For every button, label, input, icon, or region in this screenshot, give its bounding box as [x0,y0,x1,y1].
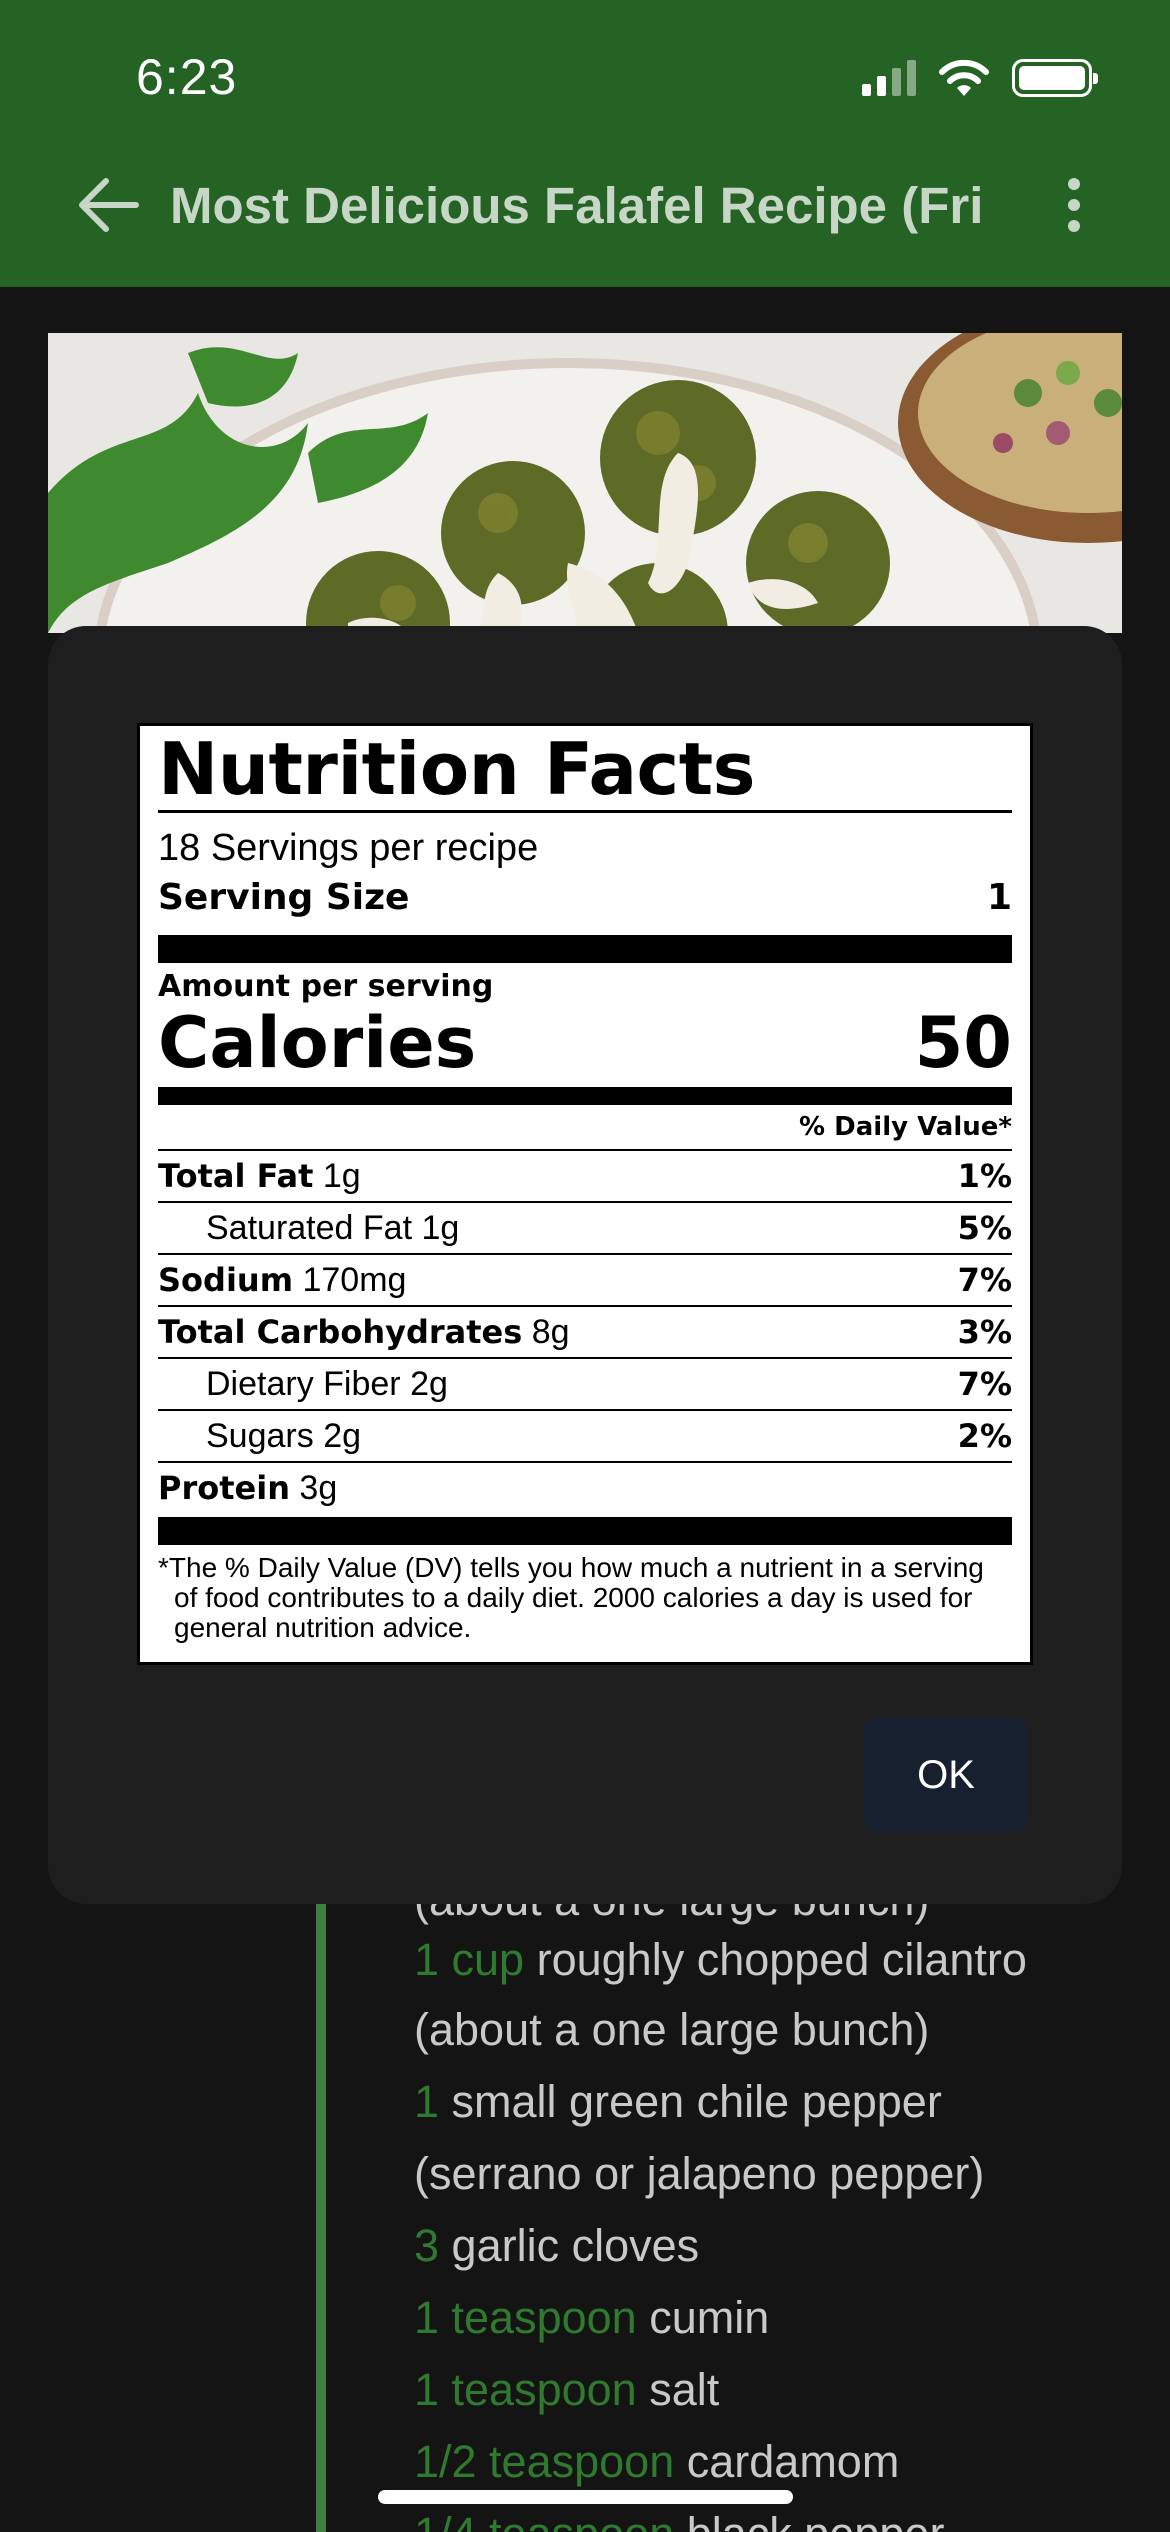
wifi-icon [939,59,989,96]
calories-label: Calories [158,1002,477,1084]
list-item: (about a one large bunch) [414,2004,930,2055]
nutrition-facts-label: Nutrition Facts 18 Servings per recipe S… [137,723,1033,1665]
cellular-signal-icon [862,60,916,96]
daily-value-footnote: *The % Daily Value (DV) tells you how mu… [158,1552,984,1643]
app-bar: 6:23 Most Delicious Falafel Recipe (Fri [0,0,1170,287]
page-title: Most Delicious Falafel Recipe (Fri [170,177,984,234]
list-item: 1/4 teaspoon black pepper [414,2508,944,2532]
home-indicator[interactable] [378,2490,793,2504]
ok-button[interactable]: OK [864,1718,1028,1832]
arrow-left-icon [79,178,139,232]
calories-value: 50 [914,1002,1012,1084]
nutrition-dialog: Nutrition Facts 18 Servings per recipe S… [48,626,1122,1904]
servings-per-recipe: 18 Servings per recipe [158,827,539,869]
list-item: 3 garlic cloves [414,2220,700,2271]
battery-icon [1012,59,1098,97]
nutrient-row-sugars: Sugars 2g 2% [158,1409,1012,1461]
more-vert-icon [1068,178,1080,190]
serving-size-row: Serving Size 1 [158,873,1012,923]
status-icons [862,56,1098,100]
nutrient-row-saturated-fat: Saturated Fat 1g 5% [158,1201,1012,1253]
nutrient-row-dietary-fiber: Dietary Fiber 2g 7% [158,1357,1012,1409]
amount-per-serving: Amount per serving [158,969,494,1004]
nutrient-row-total-carbohydrates: Total Carbohydrates 8g 3% [158,1305,1012,1357]
status-time: 6:23 [136,49,238,105]
recipe-hero-image [48,333,1122,633]
daily-value-header: % Daily Value* [799,1112,1012,1142]
nutrient-row-total-fat: Total Fat 1g 1% [158,1149,1012,1201]
serving-size-value: 1 [986,877,1012,918]
back-button[interactable] [72,170,142,240]
list-item: 1 cup roughly chopped cilantro [414,1934,1027,1985]
list-item: 1/2 teaspoon cardamom [414,2436,900,2487]
list-item: 1 teaspoon salt [414,2364,720,2415]
more-options-button[interactable] [1052,172,1096,238]
nutrient-row-protein: Protein 3g [158,1461,1012,1513]
list-item: 1 teaspoon cumin [414,2292,770,2343]
calories-row: Calories 50 [158,1003,1012,1083]
nutrition-facts-title: Nutrition Facts [158,727,756,811]
list-item: 1 small green chile pepper [414,2076,942,2127]
serving-size-label: Serving Size [158,877,410,918]
nutrient-row-sodium: Sodium 170mg 7% [158,1253,1012,1305]
ingredients-list: (about a one large bunch) 1 cup roughly … [316,1874,1170,2532]
list-item: (serrano or jalapeno pepper) [414,2148,985,2199]
